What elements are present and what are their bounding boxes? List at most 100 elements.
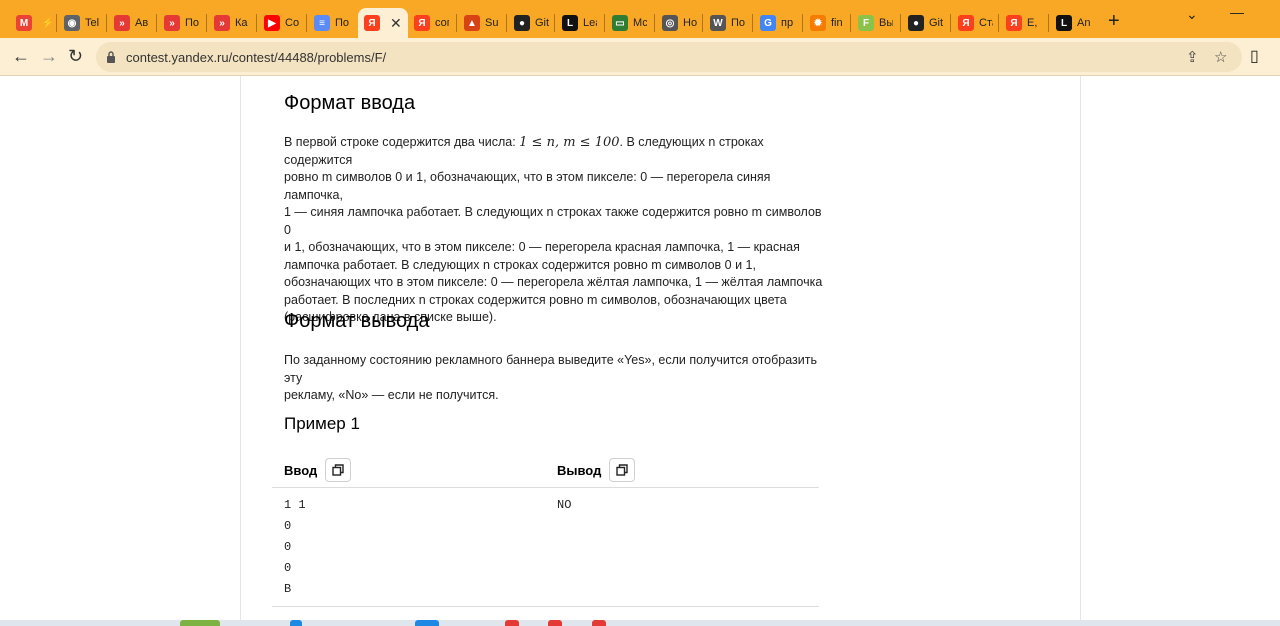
bookmark-star-icon[interactable]: ☆: [1214, 48, 1227, 66]
forward-icon[interactable]: →: [40, 46, 58, 67]
browser-tab[interactable]: Ясог: [408, 8, 449, 38]
math-constraint: 1 ≤ n, m ≤ 100: [519, 135, 620, 150]
yandex-icon: Я: [364, 15, 380, 31]
tab-separator: [106, 14, 107, 32]
browser-tab[interactable]: ▶ Со: [258, 8, 299, 38]
output-format-text: По заданному состоянию рекламного баннер…: [284, 353, 817, 402]
browser-tab[interactable]: ⚡: [34, 8, 56, 38]
tab-separator: [998, 14, 999, 32]
reload-icon[interactable]: ↻: [68, 46, 83, 67]
browser-tab[interactable]: Я Ста: [952, 8, 993, 38]
browser-tab[interactable]: Я E, (: [1000, 8, 1041, 38]
monitor-icon: ▭: [612, 15, 628, 31]
tab-separator: [554, 14, 555, 32]
share-icon[interactable]: ⇪: [1186, 48, 1199, 66]
copy-icon: [616, 464, 629, 476]
output-format-heading: Формат вывода: [284, 310, 430, 332]
browser-tab[interactable]: Gпр: [754, 8, 795, 38]
address-bar[interactable]: contest.yandex.ru/contest/44488/problems…: [96, 42, 1242, 72]
taskbar-app-icon[interactable]: [415, 620, 439, 626]
browser-tab[interactable]: ≡ По: [308, 8, 349, 38]
taskbar-app-icon[interactable]: [180, 620, 220, 626]
tab-separator: [850, 14, 851, 32]
example-input-line: B: [284, 582, 292, 596]
browser-tab[interactable]: ✹ fin: [804, 8, 845, 38]
content-border-left: [240, 76, 241, 626]
tab-title: Со: [285, 17, 299, 29]
tab-separator: [156, 14, 157, 32]
tab-separator: [206, 14, 207, 32]
leetcode-icon: L: [562, 15, 578, 31]
tab-separator: [950, 14, 951, 32]
taskbar-app-icon[interactable]: [290, 620, 302, 626]
browser-tab[interactable]: L An: [1050, 8, 1091, 38]
browser-tab[interactable]: L Lea: [556, 8, 597, 38]
browser-tab[interactable]: Я ✕: [358, 8, 408, 38]
tab-title: An: [1077, 17, 1091, 29]
close-tab-icon[interactable]: ✕: [390, 15, 402, 32]
url-text: contest.yandex.ru/contest/44488/problems…: [126, 50, 387, 65]
browser-tab[interactable]: » Ка: [208, 8, 249, 38]
browser-tab[interactable]: ● Git: [902, 8, 943, 38]
copy-icon: [332, 464, 344, 476]
tab-separator: [306, 14, 307, 32]
browser-tab[interactable]: F Вы: [852, 8, 893, 38]
tab-search-icon[interactable]: ⌄: [1186, 6, 1198, 23]
tab-separator: [654, 14, 655, 32]
yandex-icon: Я: [1006, 15, 1022, 31]
tab-separator: [56, 14, 57, 32]
yandex-praktikum-icon: »: [114, 15, 130, 31]
chrome-icon: ◎: [662, 15, 678, 31]
os-taskbar: [0, 620, 1280, 626]
example-output-label: Вывод: [557, 462, 602, 478]
copy-output-button[interactable]: [609, 458, 636, 482]
leetcode-icon: L: [1056, 15, 1072, 31]
sidebar-icon[interactable]: ▯: [1250, 46, 1259, 66]
google-icon: G: [760, 15, 776, 31]
browser-tab[interactable]: » По: [158, 8, 199, 38]
tab-title: Lea: [583, 17, 597, 29]
content-border-right: [1080, 76, 1081, 626]
yandex-icon: Я: [414, 15, 430, 31]
tab-separator: [802, 14, 803, 32]
example-heading: Пример 1: [284, 414, 360, 433]
browser-tab[interactable]: M: [10, 8, 32, 38]
example-input-line: 0: [284, 519, 292, 533]
tab-title: E, (: [1027, 17, 1041, 29]
yandex-icon: Я: [958, 15, 974, 31]
browser-tab[interactable]: W По: [704, 8, 745, 38]
tab-title: По: [335, 17, 349, 29]
tab-separator: [604, 14, 605, 32]
notes-icon: F: [858, 15, 874, 31]
example-output-line: NO: [557, 498, 572, 512]
tab-separator: [506, 14, 507, 32]
tab-title: Ав: [135, 17, 149, 29]
minimize-icon[interactable]: —: [1230, 4, 1244, 20]
browser-tab[interactable]: ▲ Sur: [458, 8, 499, 38]
browser-toolbar: ← → ↻ contest.yandex.ru/contest/44488/pr…: [0, 38, 1280, 76]
tab-title: Git: [535, 17, 549, 29]
taskbar-app-icon[interactable]: [592, 620, 606, 626]
copy-input-button[interactable]: [325, 458, 352, 482]
example-input-line: 0: [284, 561, 292, 575]
browser-tab[interactable]: ◎ Но: [656, 8, 697, 38]
back-icon[interactable]: ←: [12, 46, 30, 67]
example-input-label: Ввод: [284, 462, 318, 478]
lock-icon: [107, 51, 115, 63]
tab-title: Мс: [633, 17, 647, 29]
example-output-header: Вывод: [557, 458, 636, 482]
browser-tab[interactable]: » Ав: [108, 8, 149, 38]
tab-separator: [1048, 14, 1049, 32]
tab-title: Sur: [485, 17, 499, 29]
browser-tab[interactable]: ▭ Мс: [606, 8, 647, 38]
wordpress-icon: W: [710, 15, 726, 31]
browser-tab[interactable]: ● Git: [508, 8, 549, 38]
new-tab-icon[interactable]: +: [1108, 10, 1120, 33]
tab-separator: [256, 14, 257, 32]
input-format-text: В первой строке содержится два числа: 1 …: [284, 135, 823, 324]
tab-separator: [702, 14, 703, 32]
tab-title: пр: [781, 17, 794, 29]
taskbar-app-icon[interactable]: [505, 620, 519, 626]
browser-tab[interactable]: ◉ Tel: [58, 8, 99, 38]
taskbar-app-icon[interactable]: [548, 620, 562, 626]
